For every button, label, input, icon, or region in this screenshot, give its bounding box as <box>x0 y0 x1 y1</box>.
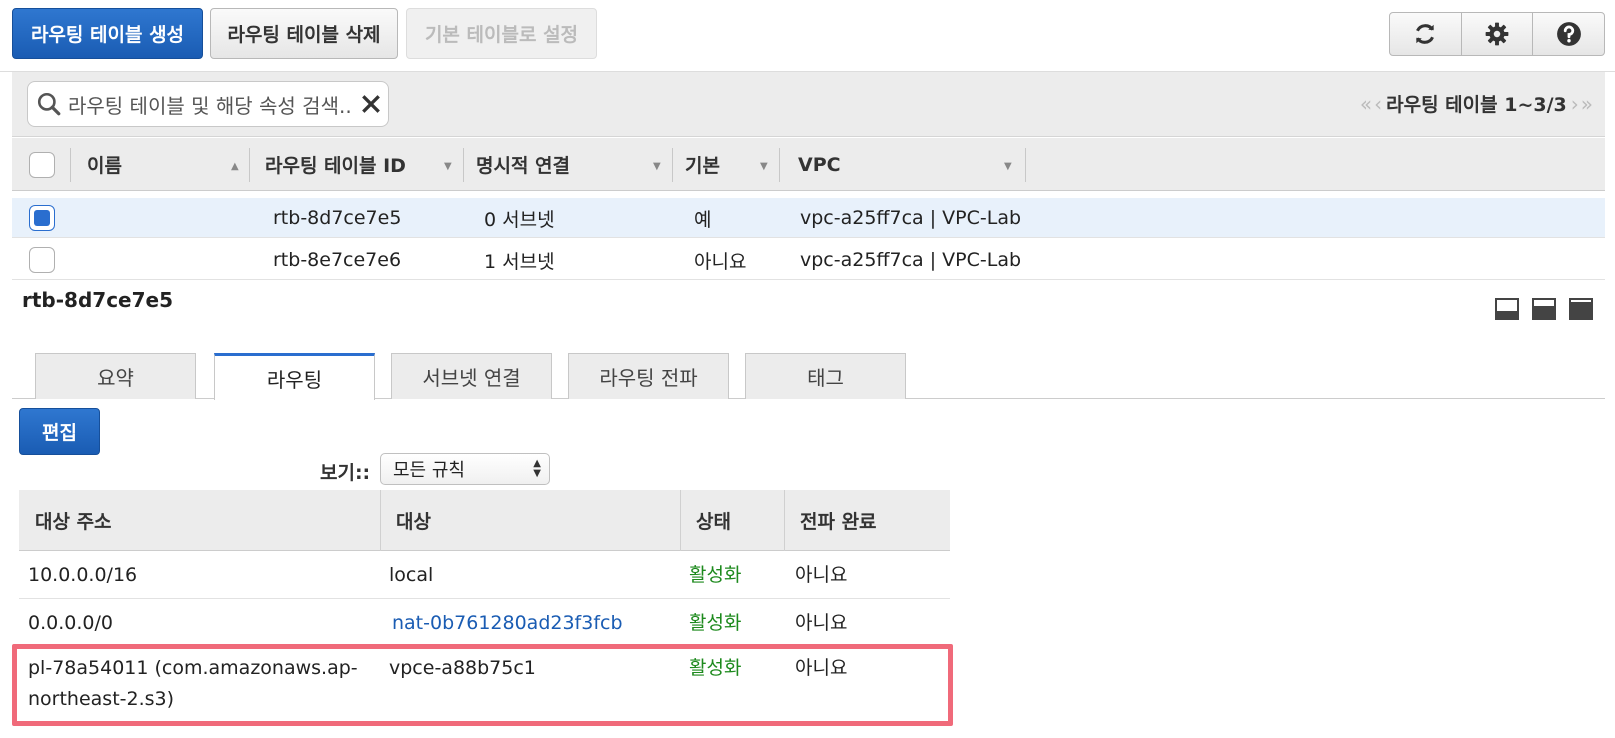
tab-routes[interactable]: 라우팅 <box>214 353 375 400</box>
tab-summary[interactable]: 요약 <box>35 353 196 399</box>
set-main-table-button: 기본 테이블로 설정 <box>406 8 597 59</box>
route-row: 10.0.0.0/16 local 활성화 아니요 <box>19 552 950 599</box>
pagination-label: 라우팅 테이블 1~3/3 <box>1386 94 1567 116</box>
column-divider <box>779 148 780 182</box>
route-propagated: 아니요 <box>795 612 848 634</box>
panel-half-icon[interactable] <box>1532 298 1556 320</box>
row-checkbox[interactable] <box>29 205 55 231</box>
column-divider <box>1025 148 1026 182</box>
toolbar-icon-group <box>1389 12 1605 56</box>
refresh-button[interactable] <box>1390 13 1462 55</box>
next-page-icon[interactable]: › <box>1571 92 1579 116</box>
column-header-propagated[interactable]: 전파 완료 <box>800 490 877 551</box>
route-propagated: 아니요 <box>795 564 848 586</box>
select-all-cell <box>29 138 55 191</box>
route-table-id: rtb-8d7ce7e5 <box>273 207 402 229</box>
filter-bar: 라우팅 테이블 및 해당 속성 검색.. « ‹ 라우팅 테이블 1~3/3 ›… <box>12 72 1605 137</box>
column-header-status[interactable]: 상태 <box>696 490 731 551</box>
toolbar: 라우팅 테이블 생성 라우팅 테이블 삭제 기본 테이블로 설정 <box>0 0 1615 72</box>
route-table-id: rtb-8e7ce7e6 <box>273 249 402 271</box>
prev-page-icon[interactable]: ‹ <box>1374 92 1382 116</box>
search-icon <box>37 92 61 116</box>
route-destination: 0.0.0.0/0 <box>28 612 113 634</box>
delete-route-table-button[interactable]: 라우팅 테이블 삭제 <box>210 8 398 59</box>
route-destination: pl-78a54011 (com.amazonaws.ap- northeast… <box>28 653 368 715</box>
column-divider <box>249 148 250 182</box>
column-divider <box>70 148 71 182</box>
explicit-association: 1 서브넷 <box>484 250 555 273</box>
column-divider <box>680 490 681 551</box>
route-status: 활성화 <box>689 612 742 634</box>
column-header-target[interactable]: 대상 <box>396 490 431 551</box>
sort-icon: ▼ <box>1004 161 1012 172</box>
route-target: local <box>389 564 434 586</box>
route-status: 활성화 <box>689 564 742 586</box>
panel-minimize-icon[interactable] <box>1495 298 1519 320</box>
vpc-id: vpc-a25ff7ca | VPC-Lab <box>800 207 1022 229</box>
first-page-icon[interactable]: « <box>1360 92 1372 116</box>
route-target-link[interactable]: nat-0b761280ad23f3fcb <box>392 608 623 639</box>
route-target: vpce-a88b75c1 <box>389 657 536 679</box>
column-header-explicit[interactable]: 명시적 연결 <box>476 138 570 191</box>
panel-size-controls <box>1495 298 1593 320</box>
column-divider <box>784 490 785 551</box>
route-status: 활성화 <box>689 657 742 679</box>
route-row: 0.0.0.0/0 nat-0b761280ad23f3fcb 활성화 아니요 <box>19 600 950 646</box>
route-destination-line: pl-78a54011 (com.amazonaws.ap- <box>28 657 358 679</box>
view-select-value: 모든 규칙 <box>393 460 465 481</box>
column-divider <box>380 490 381 551</box>
help-button[interactable] <box>1533 13 1604 55</box>
gear-icon <box>1485 22 1509 46</box>
search-placeholder: 라우팅 테이블 및 해당 속성 검색.. <box>68 93 352 118</box>
route-destination: 10.0.0.0/16 <box>28 564 138 586</box>
route-propagated: 아니요 <box>795 657 848 679</box>
tab-tags[interactable]: 태그 <box>745 353 906 399</box>
column-header-name[interactable]: 이름 <box>87 138 252 191</box>
select-all-checkbox[interactable] <box>29 151 55 178</box>
help-icon <box>1556 22 1581 46</box>
route-destination-line: northeast-2.s3) <box>28 688 175 710</box>
tab-route-propagation[interactable]: 라우팅 전파 <box>568 353 729 399</box>
search-input[interactable]: 라우팅 테이블 및 해당 속성 검색.. <box>27 81 389 127</box>
column-header-destination[interactable]: 대상 주소 <box>35 490 112 551</box>
vpc-id: vpc-a25ff7ca | VPC-Lab <box>800 249 1022 271</box>
sort-icon: ▼ <box>653 161 661 172</box>
clear-search-button[interactable] <box>360 93 382 115</box>
settings-button[interactable] <box>1462 13 1534 55</box>
pagination: « ‹ 라우팅 테이블 1~3/3 › » <box>1360 90 1593 117</box>
last-page-icon[interactable]: » <box>1581 92 1593 116</box>
panel-maximize-icon[interactable] <box>1569 298 1593 320</box>
tab-subnet-associations[interactable]: 서브넷 연결 <box>391 353 552 399</box>
create-route-table-button[interactable]: 라우팅 테이블 생성 <box>12 8 203 59</box>
explicit-association: 0 서브넷 <box>484 208 555 231</box>
column-header-id[interactable]: 라우팅 테이블 ID <box>265 138 406 191</box>
sort-icon: ▼ <box>760 161 768 172</box>
sort-asc-icon: ▲ <box>231 161 239 172</box>
edit-button[interactable]: 편집 <box>19 408 100 455</box>
refresh-icon <box>1416 24 1435 44</box>
row-checkbox[interactable] <box>29 247 55 273</box>
table-row[interactable]: rtb-8e7ce7e6 1 서브넷 아니요 vpc-a25ff7ca | VP… <box>12 240 1605 280</box>
view-label: 보기:: <box>320 462 371 484</box>
table-row[interactable]: rtb-8d7ce7e5 0 서브넷 예 vpc-a25ff7ca | VPC-… <box>12 198 1605 238</box>
routes-header: 대상 주소 대상 상태 전파 완료 <box>19 490 950 551</box>
main-flag: 아니요 <box>694 250 747 273</box>
select-arrows-icon: ▲ ▼ <box>533 458 541 479</box>
column-divider <box>463 148 464 182</box>
sort-icon: ▼ <box>444 161 452 172</box>
route-tables-header: 이름 ▲ 라우팅 테이블 ID ▼ 명시적 연결 ▼ 기본 ▼ VPC ▼ <box>12 138 1605 191</box>
column-header-vpc[interactable]: VPC <box>798 138 841 191</box>
detail-title: rtb-8d7ce7e5 <box>22 288 174 312</box>
close-icon <box>361 95 380 113</box>
view-select[interactable]: 모든 규칙 ▲ ▼ <box>380 453 550 485</box>
column-header-main[interactable]: 기본 <box>685 138 720 191</box>
route-row: pl-78a54011 (com.amazonaws.ap- northeast… <box>19 647 950 725</box>
column-divider <box>672 148 673 182</box>
main-flag: 예 <box>694 208 712 231</box>
